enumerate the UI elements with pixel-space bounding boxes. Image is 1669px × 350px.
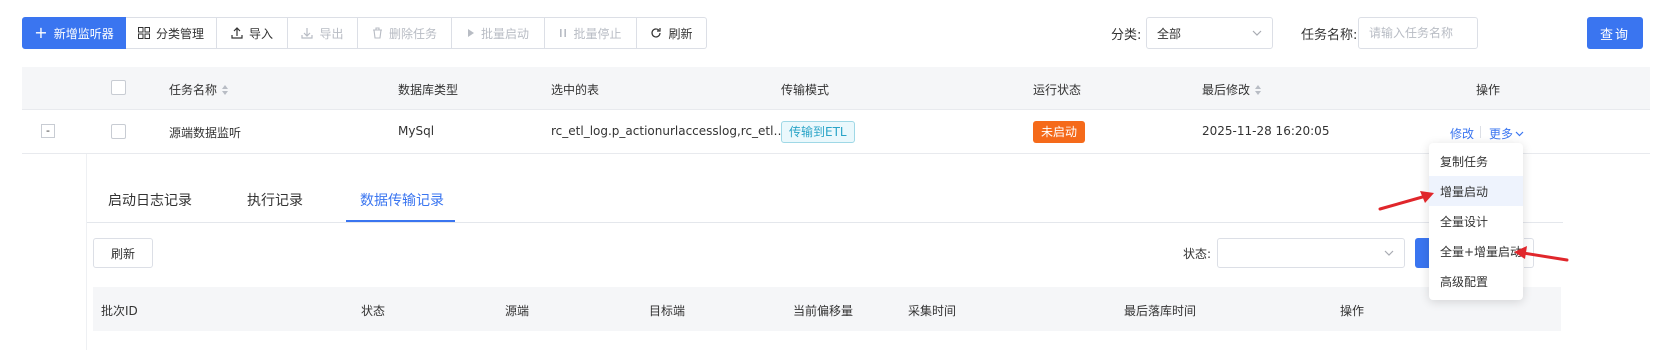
trash-icon (372, 27, 382, 39)
tab-execution-records[interactable]: 执行记录 (247, 190, 303, 210)
menu-item-full-incremental-start[interactable]: 全量+增量启动 (1429, 236, 1523, 266)
col-transfer-mode: 传输模式 (781, 83, 830, 97)
active-tab-indicator (346, 220, 455, 222)
col-operations: 操作 (1340, 304, 1365, 318)
status-filter-label: 状态: (1183, 247, 1212, 261)
add-listener-button[interactable]: + 新增监听器 (22, 17, 126, 49)
category-filter-label: 分类: (1111, 28, 1142, 43)
col-actions: 操作 (1476, 83, 1501, 97)
chevron-down-icon (1252, 30, 1262, 36)
refresh-icon (651, 28, 662, 38)
col-batch-id: 批次ID (101, 304, 138, 318)
refresh-button[interactable]: 刷新 (637, 17, 707, 49)
menu-item-incremental-start[interactable]: 增量启动 (1429, 176, 1523, 206)
export-button[interactable]: 导出 (288, 17, 358, 49)
chevron-down-icon (1515, 131, 1524, 136)
detail-tabs: 启动日志记录 执行记录 数据传输记录 (87, 154, 1563, 223)
chevron-down-icon (1384, 250, 1394, 256)
toolbar: + 新增监听器 分类管理 导入 导出 删除任务 批量启动 批量停止 刷新 (22, 17, 707, 49)
batch-stop-button[interactable]: 批量停止 (545, 17, 637, 49)
detail-reset-button[interactable] (1524, 238, 1534, 268)
tab-start-log[interactable]: 启动日志记录 (108, 190, 192, 210)
plus-icon: + (34, 23, 48, 42)
upload-icon (231, 27, 243, 39)
tab-data-transfer-records[interactable]: 数据传输记录 (360, 190, 444, 210)
status-badge: 未启动 (1033, 121, 1086, 143)
task-table-header: 任务名称 数据库类型 选中的表 传输模式 运行状态 最后修改 操作 (22, 67, 1650, 110)
col-source: 源端 (505, 304, 530, 318)
category-manage-button[interactable]: 分类管理 (126, 17, 217, 49)
col-current-offset: 当前偏移量 (793, 304, 854, 318)
import-button[interactable]: 导入 (217, 17, 288, 49)
menu-item-copy-task[interactable]: 复制任务 (1429, 146, 1523, 176)
more-dropdown[interactable]: 更多 (1489, 125, 1524, 142)
col-target: 目标端 (649, 304, 686, 318)
task-name-cell: 源端数据监听 (169, 126, 242, 140)
task-name-filter-label: 任务名称: (1301, 28, 1358, 43)
col-selected-tables: 选中的表 (551, 83, 600, 97)
col-collect-time: 采集时间 (908, 304, 957, 318)
last-modified-cell: 2025-11-28 16:20:05 (1202, 124, 1330, 138)
selected-tables-cell: rc_etl_log.p_actionurlaccesslog,rc_etl… (551, 124, 786, 138)
status-select[interactable] (1217, 238, 1405, 268)
more-actions-menu: 复制任务 增量启动 全量设计 全量+增量启动 高级配置 (1429, 143, 1523, 300)
col-status: 状态 (361, 304, 386, 318)
category-select[interactable]: 全部 (1146, 17, 1273, 49)
select-all-checkbox[interactable] (111, 80, 126, 95)
menu-item-advanced-config[interactable]: 高级配置 (1429, 266, 1523, 296)
col-last-modified[interactable]: 最后修改 (1202, 81, 1262, 98)
sort-icon[interactable] (1254, 84, 1262, 96)
menu-item-full-design[interactable]: 全量设计 (1429, 206, 1523, 236)
query-button[interactable]: 查询 (1587, 17, 1643, 49)
col-run-status: 运行状态 (1033, 83, 1082, 97)
row-checkbox[interactable] (111, 124, 126, 139)
batch-start-button[interactable]: 批量启动 (452, 17, 545, 49)
grid-icon (137, 27, 150, 39)
col-db-type: 数据库类型 (398, 83, 459, 97)
col-task-name[interactable]: 任务名称 (169, 81, 229, 98)
edit-link[interactable]: 修改 (1450, 125, 1474, 142)
col-last-persist-time: 最后落库时间 (1124, 304, 1197, 318)
transfer-mode-tag: 传输到ETL (781, 121, 855, 143)
task-name-input[interactable] (1358, 17, 1478, 49)
transfer-table-header: 批次ID 状态 源端 目标端 当前偏移量 采集时间 最后落库时间 操作 (93, 287, 1561, 331)
action-divider (1480, 126, 1481, 138)
row-collapse-toggle[interactable]: - (41, 124, 55, 138)
pause-icon (560, 29, 567, 37)
play-icon (467, 29, 474, 37)
sort-icon[interactable] (221, 84, 229, 96)
detail-refresh-button[interactable]: 刷新 (93, 238, 153, 268)
category-select-value: 全部 (1157, 26, 1182, 41)
delete-task-button[interactable]: 删除任务 (358, 17, 452, 49)
download-icon (301, 28, 314, 39)
db-type-cell: MySql (398, 124, 435, 138)
